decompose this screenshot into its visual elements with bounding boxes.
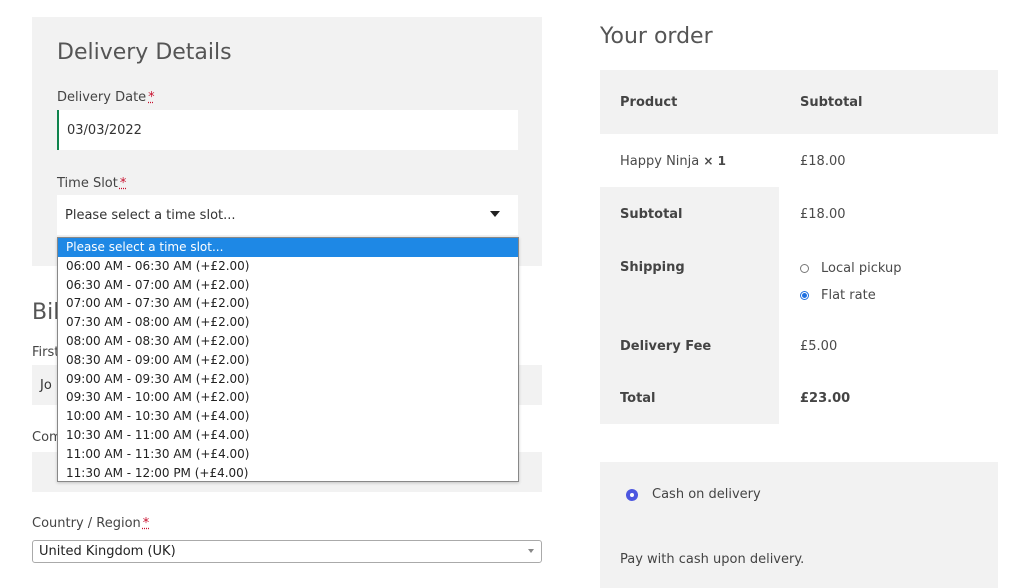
shipping-label: Shipping [620, 260, 685, 275]
time-slot-option[interactable]: 11:00 AM - 11:30 AM (+£4.00) [58, 445, 518, 464]
time-slot-option[interactable]: 08:30 AM - 09:00 AM (+£2.00) [58, 351, 518, 370]
time-slot-option[interactable]: Please select a time slot... [58, 238, 518, 257]
subtotal-column-header: Subtotal [800, 95, 863, 110]
subtotal-value: £18.00 [800, 207, 846, 222]
radio-unchecked-icon[interactable] [800, 264, 809, 273]
payment-description-box: Pay with cash upon delivery. [600, 528, 998, 588]
delivery-fee-label: Delivery Fee [620, 339, 712, 354]
time-slot-option[interactable]: 09:00 AM - 09:30 AM (+£2.00) [58, 370, 518, 389]
time-slot-dropdown-list[interactable]: Please select a time slot... 06:00 AM - … [57, 237, 519, 482]
total-value: £23.00 [800, 391, 851, 406]
first-name-label: First [32, 345, 60, 360]
total-label: Total [620, 391, 656, 406]
your-order-title: Your order [600, 24, 713, 49]
order-review-table: Product Subtotal Happy Ninja × 1 £18.00 … [600, 70, 998, 424]
chevron-down-icon [528, 549, 534, 553]
country-region-select[interactable]: United Kingdom (UK) [32, 540, 542, 563]
shipping-option-local-pickup[interactable]: Local pickup [800, 261, 990, 281]
subtotal-label: Subtotal [620, 207, 683, 222]
country-region-label: Country / Region * [32, 516, 150, 531]
delivery-fee-value: £5.00 [800, 339, 838, 354]
delivery-details-title: Delivery Details [57, 40, 232, 65]
shipping-option-flat-rate[interactable]: Flat rate [800, 288, 990, 308]
radio-checked-icon[interactable] [626, 489, 638, 501]
billing-details-title: Bil [32, 300, 60, 325]
delivery-date-input[interactable]: 03/03/2022 [57, 110, 518, 150]
time-slot-option[interactable]: 10:30 AM - 11:00 AM (+£4.00) [58, 426, 518, 445]
time-slot-option[interactable]: 07:00 AM - 07:30 AM (+£2.00) [58, 294, 518, 313]
time-slot-label: Time Slot * [57, 176, 127, 191]
payment-method-cod[interactable]: Cash on delivery [600, 462, 998, 528]
order-item-price: £18.00 [800, 154, 846, 169]
delivery-date-label: Delivery Date * [57, 90, 155, 105]
time-slot-option[interactable]: 08:00 AM - 08:30 AM (+£2.00) [58, 332, 518, 351]
time-slot-option[interactable]: 06:30 AM - 07:00 AM (+£2.00) [58, 276, 518, 295]
time-slot-option[interactable]: 07:30 AM - 08:00 AM (+£2.00) [58, 313, 518, 332]
time-slot-select[interactable]: Please select a time slot... [57, 195, 518, 235]
order-item-name: Happy Ninja × 1 [620, 154, 726, 169]
radio-checked-icon[interactable] [800, 291, 809, 300]
chevron-down-icon [490, 211, 500, 217]
totals-label-column [600, 187, 779, 424]
time-slot-option[interactable]: 10:00 AM - 10:30 AM (+£4.00) [58, 407, 518, 426]
time-slot-option[interactable]: 11:30 AM - 12:00 PM (+£4.00) [58, 464, 518, 483]
time-slot-option[interactable]: 06:00 AM - 06:30 AM (+£2.00) [58, 257, 518, 276]
payment-description: Pay with cash upon delivery. [620, 552, 805, 567]
product-column-header: Product [620, 95, 678, 110]
time-slot-option[interactable]: 09:30 AM - 10:00 AM (+£2.00) [58, 388, 518, 407]
